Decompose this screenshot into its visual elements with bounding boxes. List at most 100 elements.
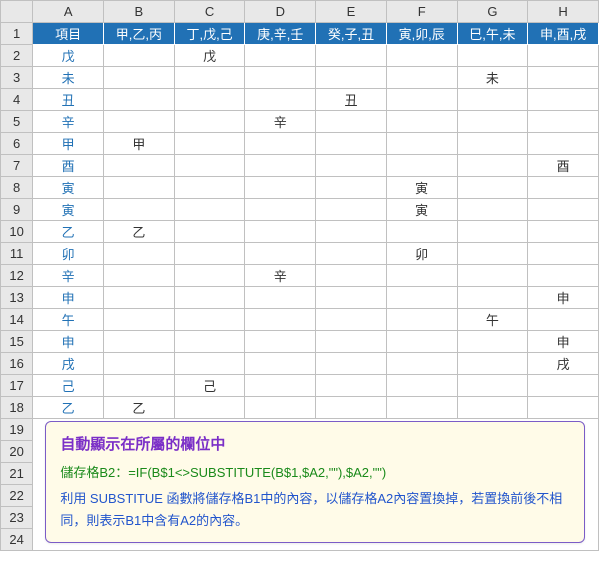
cell[interactable] (174, 111, 245, 133)
cell[interactable] (104, 287, 175, 309)
cell[interactable] (316, 45, 387, 67)
cell[interactable] (174, 155, 245, 177)
row-header[interactable]: 24 (1, 529, 33, 551)
cell[interactable] (245, 331, 316, 353)
cell[interactable]: 戊 (33, 45, 104, 67)
cell[interactable] (386, 155, 457, 177)
col-header[interactable]: E (316, 1, 387, 23)
cell[interactable] (528, 397, 599, 419)
cell[interactable]: 戊 (174, 45, 245, 67)
cell[interactable] (174, 287, 245, 309)
cell[interactable] (174, 199, 245, 221)
cell[interactable] (316, 67, 387, 89)
cell[interactable] (174, 89, 245, 111)
cell[interactable] (245, 375, 316, 397)
cell[interactable] (316, 397, 387, 419)
cell[interactable] (245, 287, 316, 309)
cell[interactable] (528, 111, 599, 133)
cell[interactable] (316, 265, 387, 287)
cell[interactable] (457, 133, 528, 155)
row-header[interactable]: 11 (1, 243, 33, 265)
cell[interactable]: 未 (457, 67, 528, 89)
cell[interactable] (528, 133, 599, 155)
cell[interactable] (457, 89, 528, 111)
cell[interactable] (245, 221, 316, 243)
cell[interactable] (457, 331, 528, 353)
row-header[interactable]: 1 (1, 23, 33, 45)
cell[interactable]: 酉 (33, 155, 104, 177)
cell[interactable] (528, 89, 599, 111)
cell[interactable] (528, 221, 599, 243)
cell[interactable] (386, 331, 457, 353)
col-header[interactable]: H (528, 1, 599, 23)
row-header[interactable]: 18 (1, 397, 33, 419)
col-header[interactable]: F (386, 1, 457, 23)
cell[interactable]: 辛 (245, 265, 316, 287)
cell[interactable] (316, 287, 387, 309)
row-header[interactable]: 4 (1, 89, 33, 111)
cell[interactable] (386, 133, 457, 155)
cell[interactable] (245, 309, 316, 331)
cell[interactable] (528, 375, 599, 397)
row-header[interactable]: 13 (1, 287, 33, 309)
cell[interactable] (386, 353, 457, 375)
cell[interactable] (174, 353, 245, 375)
row-header[interactable]: 2 (1, 45, 33, 67)
cell[interactable] (386, 397, 457, 419)
cell[interactable]: 乙 (104, 397, 175, 419)
row-header[interactable]: 19 (1, 419, 33, 441)
cell[interactable] (386, 375, 457, 397)
cell[interactable] (386, 265, 457, 287)
cell[interactable]: 寅 (33, 177, 104, 199)
cell[interactable]: 申 (33, 287, 104, 309)
cell[interactable] (316, 309, 387, 331)
cell[interactable] (386, 287, 457, 309)
cell[interactable] (457, 397, 528, 419)
cell[interactable]: 卯 (386, 243, 457, 265)
cell[interactable]: 酉 (528, 155, 599, 177)
cell[interactable] (104, 111, 175, 133)
cell[interactable] (386, 67, 457, 89)
cell[interactable] (104, 177, 175, 199)
cell[interactable]: 寅 (33, 199, 104, 221)
cell[interactable]: 卯 (33, 243, 104, 265)
cell[interactable]: 己 (174, 375, 245, 397)
cell[interactable]: 辛 (245, 111, 316, 133)
cell[interactable] (457, 243, 528, 265)
cell[interactable] (316, 155, 387, 177)
cell[interactable]: 甲 (33, 133, 104, 155)
cell[interactable] (528, 45, 599, 67)
header-cell[interactable]: 寅,卯,辰 (386, 23, 457, 45)
cell[interactable]: 丑 (316, 89, 387, 111)
row-header[interactable]: 3 (1, 67, 33, 89)
cell[interactable] (245, 133, 316, 155)
cell[interactable] (104, 375, 175, 397)
cell[interactable] (457, 45, 528, 67)
cell[interactable]: 辛 (33, 111, 104, 133)
cell[interactable] (457, 111, 528, 133)
cell[interactable] (245, 397, 316, 419)
cell[interactable] (316, 199, 387, 221)
cell[interactable] (245, 177, 316, 199)
cell[interactable] (245, 155, 316, 177)
cell[interactable] (528, 243, 599, 265)
header-cell[interactable]: 丁,戊,己 (174, 23, 245, 45)
cell[interactable]: 午 (33, 309, 104, 331)
cell[interactable] (174, 221, 245, 243)
cell[interactable] (245, 353, 316, 375)
cell[interactable] (104, 89, 175, 111)
row-header[interactable]: 12 (1, 265, 33, 287)
cell[interactable] (457, 177, 528, 199)
cell[interactable] (457, 199, 528, 221)
cell[interactable] (457, 155, 528, 177)
row-header[interactable]: 10 (1, 221, 33, 243)
cell[interactable]: 未 (33, 67, 104, 89)
row-header[interactable]: 5 (1, 111, 33, 133)
cell[interactable]: 甲 (104, 133, 175, 155)
cell[interactable] (457, 353, 528, 375)
cell[interactable] (104, 331, 175, 353)
cell[interactable] (316, 133, 387, 155)
cell[interactable] (174, 265, 245, 287)
row-header[interactable]: 7 (1, 155, 33, 177)
cell[interactable] (245, 199, 316, 221)
